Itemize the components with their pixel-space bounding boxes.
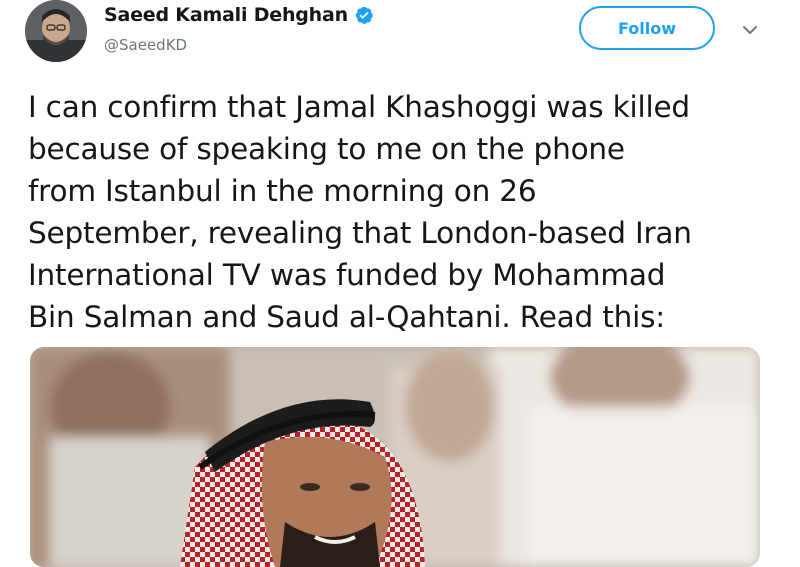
chevron-down-icon[interactable] — [740, 22, 760, 38]
author-name-row[interactable]: Saeed Kamali Dehghan — [104, 4, 374, 26]
follow-button[interactable]: Follow — [579, 6, 715, 50]
tweet-text: I can confirm that Jamal Khashoggi was k… — [28, 90, 692, 334]
avatar-image — [25, 0, 87, 62]
author-handle[interactable]: @SaeedKD — [104, 36, 187, 54]
avatar[interactable] — [25, 0, 87, 62]
verified-badge-icon — [354, 5, 374, 25]
tweet-media-photo[interactable] — [30, 347, 760, 567]
author-display-name[interactable]: Saeed Kamali Dehghan — [104, 4, 348, 26]
